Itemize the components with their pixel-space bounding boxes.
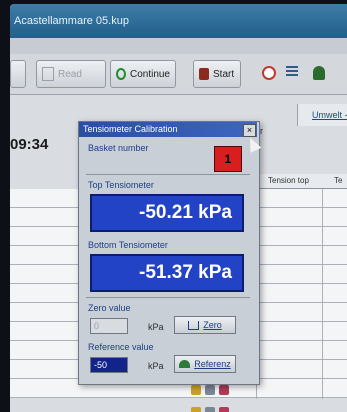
basket-number-value: 1 <box>214 146 242 172</box>
clock-icon[interactable] <box>262 66 276 80</box>
continue-label: Continue <box>129 68 170 80</box>
start-button[interactable]: Start <box>193 60 241 88</box>
tab-umwelt[interactable]: Umwelt - G <box>297 104 347 126</box>
main-window-title: Acastellammare 05.kup <box>10 4 347 38</box>
column-tension-top[interactable]: Tension top <box>268 176 309 185</box>
column-te[interactable]: Te <box>334 176 342 185</box>
referenz-button[interactable]: Referenz <box>174 355 236 373</box>
folder-icon[interactable] <box>191 385 201 395</box>
read-label: Read <box>58 68 82 80</box>
top-tensiometer-label: Top Tensiometer <box>88 180 154 190</box>
grid-header: Tension top Te <box>256 174 347 189</box>
divider <box>86 297 250 298</box>
time-display: 09:34 <box>10 136 49 153</box>
reference-icon <box>179 360 191 368</box>
start-label: Start <box>213 68 235 80</box>
row-icons <box>191 407 229 412</box>
basket-number-label: Basket number <box>88 143 149 153</box>
document-icon[interactable] <box>205 385 215 395</box>
zero-button[interactable]: Zero <box>174 316 236 334</box>
start-icon <box>199 68 209 80</box>
reference-value-field[interactable]: -50 <box>90 357 128 373</box>
bottom-tensiometer-reading: -51.37 kPa <box>90 254 244 292</box>
reference-value-label: Reference value <box>88 342 154 352</box>
continue-icon <box>116 68 126 80</box>
list-icon[interactable] <box>286 66 298 78</box>
grid-column-line <box>322 189 323 399</box>
chart-icon[interactable] <box>219 407 229 412</box>
screen: Acastellammare 05.kup Read Continue Star… <box>10 4 347 412</box>
top-tensiometer-reading: -50.21 kPa <box>90 194 244 232</box>
folder-icon[interactable] <box>191 407 201 412</box>
read-button[interactable]: Read <box>36 60 106 88</box>
person-icon[interactable] <box>313 66 325 80</box>
continue-button[interactable]: Continue <box>110 60 176 88</box>
toolbar-left-button[interactable] <box>10 60 26 88</box>
divider <box>86 174 250 175</box>
reference-unit: kPa <box>148 361 164 371</box>
zero-icon <box>188 320 200 330</box>
row-icons <box>191 385 229 395</box>
chart-icon[interactable] <box>219 385 229 395</box>
zero-value-label: Zero value <box>88 303 131 313</box>
zero-unit: kPa <box>148 322 164 332</box>
bottom-tensiometer-label: Bottom Tensiometer <box>88 240 168 250</box>
zero-value-field[interactable]: 0 <box>90 318 128 334</box>
document-icon[interactable] <box>205 407 215 412</box>
toolbar: Read Continue Start <box>10 54 347 95</box>
tensiometer-calibration-dialog: Tensiometer Calibration × Basket number … <box>78 121 260 385</box>
dialog-title: Tensiometer Calibration <box>79 122 257 137</box>
read-icon <box>42 67 54 81</box>
zero-button-label: Zero <box>203 320 222 330</box>
referenz-button-label: Referenz <box>194 359 231 369</box>
